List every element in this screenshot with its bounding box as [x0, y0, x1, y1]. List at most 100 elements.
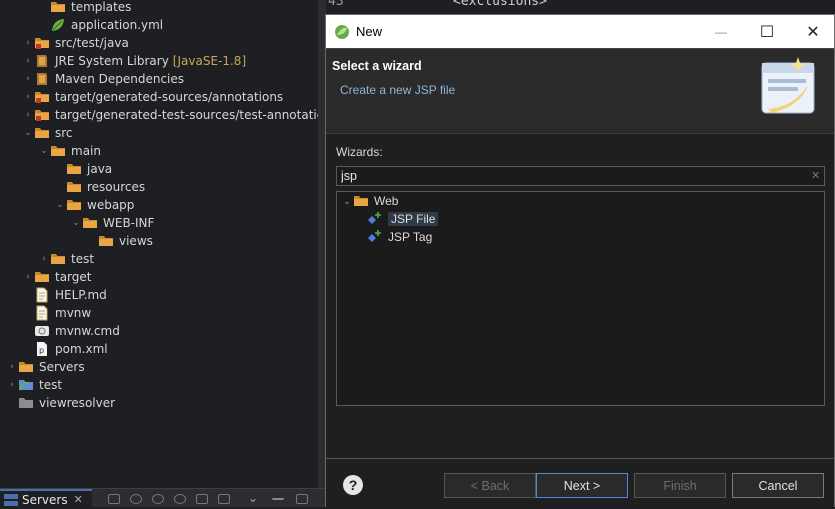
folder-icon: [34, 269, 50, 285]
chevron-right-icon[interactable]: [6, 394, 18, 412]
project-icon: [18, 377, 34, 393]
servers-tab[interactable]: Servers ✕: [0, 489, 92, 508]
chevron-right-icon[interactable]: [86, 232, 98, 250]
toolbar-icon[interactable]: [130, 494, 142, 504]
toolbar-icon[interactable]: [196, 494, 208, 504]
finish-button[interactable]: Finish: [634, 473, 726, 498]
wizard-banner-icon: [758, 55, 820, 122]
servers-tab-label: Servers: [22, 492, 68, 507]
chevron-right-icon[interactable]: ›: [22, 34, 34, 52]
explorer-item-label: target: [55, 270, 92, 284]
chevron-right-icon[interactable]: ›: [38, 250, 50, 268]
cmd-file-icon: [34, 323, 50, 339]
wizard-tree-item[interactable]: JSP Tag: [367, 228, 432, 246]
chevron-down-icon[interactable]: ⌄: [248, 491, 260, 505]
chevron-right-icon[interactable]: [22, 304, 34, 322]
explorer-item[interactable]: › src/test/java: [22, 34, 129, 52]
chevron-right-icon[interactable]: [22, 322, 34, 340]
explorer-item[interactable]: views: [86, 232, 153, 250]
maximize-view-icon[interactable]: [296, 494, 308, 504]
toolbar-icon[interactable]: [174, 494, 186, 504]
chevron-right-icon[interactable]: ›: [22, 88, 34, 106]
closed-project-icon: [18, 395, 34, 411]
jsp-wizard-icon: [367, 229, 383, 245]
folder-icon: [18, 359, 34, 375]
next-button[interactable]: Next >: [536, 473, 628, 498]
dialog-titlebar[interactable]: New — ☐ ✕: [326, 15, 834, 48]
chevron-right-icon[interactable]: ›: [22, 52, 34, 70]
explorer-item[interactable]: › test: [38, 250, 94, 268]
explorer-item[interactable]: mvnw.cmd: [22, 322, 120, 340]
cancel-button[interactable]: Cancel: [732, 473, 824, 498]
chevron-right-icon[interactable]: ›: [22, 106, 34, 124]
close-icon[interactable]: ✕: [74, 493, 83, 506]
chevron-right-icon[interactable]: [54, 160, 66, 178]
explorer-item[interactable]: ⌄ WEB-INF: [70, 214, 154, 232]
chevron-right-icon[interactable]: ›: [6, 376, 18, 394]
minimize-view-icon[interactable]: [272, 494, 284, 500]
explorer-item[interactable]: › target/generated-test-sources/test-anno…: [22, 106, 318, 124]
explorer-item-label: JRE System Library: [55, 54, 169, 68]
explorer-item[interactable]: ⌄ main: [38, 142, 101, 160]
explorer-item[interactable]: › JRE System Library [JavaSE-1.8]: [22, 52, 246, 70]
explorer-item[interactable]: › test: [6, 376, 62, 394]
chevron-right-icon[interactable]: ›: [22, 268, 34, 286]
package-folder-icon: [34, 107, 50, 123]
explorer-item[interactable]: java: [54, 160, 112, 178]
explorer-item-label: application.yml: [71, 18, 164, 32]
explorer-item-label: test: [39, 378, 63, 392]
maximize-button[interactable]: ☐: [744, 15, 790, 48]
chevron-right-icon[interactable]: [38, 0, 50, 16]
explorer-item[interactable]: application.yml: [38, 16, 163, 34]
explorer-item-label: HELP.md: [55, 288, 107, 302]
pom-file-icon: p: [34, 341, 50, 357]
package-folder-icon: [34, 35, 50, 51]
chevron-right-icon[interactable]: [22, 340, 34, 358]
chevron-right-icon[interactable]: ›: [6, 358, 18, 376]
explorer-item[interactable]: HELP.md: [22, 286, 107, 304]
clear-filter-icon[interactable]: ✕: [811, 169, 820, 182]
back-button[interactable]: < Back: [444, 473, 536, 498]
chevron-down-icon[interactable]: ⌄: [22, 124, 34, 142]
close-button[interactable]: ✕: [790, 15, 835, 48]
explorer-item-label: mvnw: [55, 306, 92, 320]
explorer-item-label: webapp: [87, 198, 135, 212]
wizard-tree[interactable]: ⌄ Web JSP File JSP Tag: [336, 191, 825, 406]
chevron-down-icon[interactable]: ⌄: [38, 142, 50, 160]
explorer-item[interactable]: mvnw: [22, 304, 91, 322]
explorer-item-label: viewresolver: [39, 396, 116, 410]
explorer-item-label: templates: [71, 0, 132, 14]
servers-icon: [4, 493, 18, 506]
help-button[interactable]: ?: [343, 475, 363, 495]
minimize-button[interactable]: —: [698, 15, 744, 48]
chevron-down-icon[interactable]: ⌄: [70, 214, 82, 232]
explorer-item[interactable]: ⌄ webapp: [54, 196, 134, 214]
chevron-right-icon[interactable]: [38, 16, 50, 34]
chevron-down-icon[interactable]: ⌄: [341, 192, 353, 210]
chevron-right-icon[interactable]: [22, 286, 34, 304]
explorer-item[interactable]: viewresolver: [6, 394, 115, 412]
explorer-item[interactable]: › Servers: [6, 358, 84, 376]
chevron-right-icon[interactable]: ›: [22, 70, 34, 88]
toolbar-icon[interactable]: [152, 494, 164, 504]
chevron-right-icon[interactable]: [54, 178, 66, 196]
eclipse-icon: [334, 24, 350, 40]
explorer-item[interactable]: templates: [38, 0, 131, 16]
explorer-item[interactable]: › Maven Dependencies: [22, 70, 184, 88]
explorer-item[interactable]: › target: [22, 268, 92, 286]
toolbar-icon[interactable]: [108, 494, 120, 504]
wizard-tree-item[interactable]: ⌄ Web: [341, 192, 398, 210]
explorer-item[interactable]: › target/generated-sources/annotations: [22, 88, 283, 106]
wizard-tree-item[interactable]: JSP File: [367, 210, 439, 228]
svg-text:p: p: [39, 346, 44, 355]
explorer-item[interactable]: p pom.xml: [22, 340, 108, 358]
folder-icon: [34, 125, 50, 141]
toolbar-icon[interactable]: [218, 494, 230, 504]
explorer-item[interactable]: ⌄ src: [22, 124, 72, 142]
chevron-down-icon[interactable]: ⌄: [54, 196, 66, 214]
code-line: <exclusions>: [453, 0, 547, 9]
wizard-filter-input[interactable]: [336, 166, 825, 186]
folder-icon: [50, 0, 66, 15]
wizard-heading: Select a wizard: [332, 59, 422, 73]
explorer-item[interactable]: resources: [54, 178, 145, 196]
